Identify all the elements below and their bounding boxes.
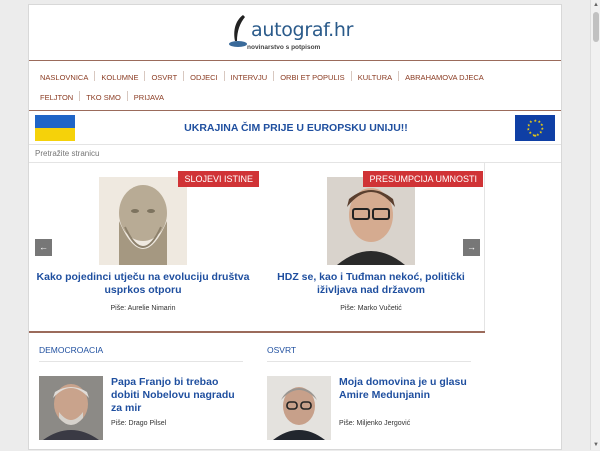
- search-bar: [29, 145, 561, 163]
- nav-item-odjeci[interactable]: Odjeci: [190, 73, 218, 82]
- site-logo[interactable]: autograf.hr novinarstvo s potpisom: [225, 11, 355, 55]
- nav-separator: [144, 70, 146, 81]
- slide-image[interactable]: [99, 177, 187, 265]
- vertical-scrollbar[interactable]: ▲ ▼: [590, 0, 600, 450]
- article-title[interactable]: Papa Franjo bi trebao dobiti Nobelovu na…: [111, 376, 247, 415]
- nav-separator: [350, 70, 352, 81]
- banner-text: UKRAJINA ČIM PRIJE U EUROPSKU UNIJU!!: [184, 122, 408, 134]
- featured-slider: SLOJEVI ISTINE Kako pojedinci utječu na …: [29, 163, 485, 333]
- nav-item-tko-smo[interactable]: Tko smo: [86, 93, 121, 102]
- nav-separator: [183, 70, 185, 81]
- nav-item-naslovnica[interactable]: Naslovnica: [40, 73, 88, 82]
- nav-item-abrahamova-djeca[interactable]: Abrahamova djeca: [405, 73, 484, 82]
- scroll-down-icon[interactable]: ▼: [592, 440, 600, 450]
- nav-separator: [79, 90, 81, 101]
- slide-author: Piše: Marko Vučetić: [340, 305, 402, 312]
- nav-separator: [398, 70, 400, 81]
- slide-title[interactable]: HDZ se, kao i Tuđman nekoć, politički iž…: [257, 271, 485, 297]
- nav-item-kolumne[interactable]: Kolumne: [101, 73, 138, 82]
- slider-next-button[interactable]: →: [463, 239, 480, 256]
- nav-item-osvrt[interactable]: Osvrt: [151, 73, 177, 82]
- slide-author: Piše: Aurelie Nimarin: [110, 305, 176, 312]
- nav-item-kultura[interactable]: Kultura: [358, 73, 392, 82]
- nav-item-prijava[interactable]: Prijava: [134, 93, 164, 102]
- article-author: Piše: Drago Pilsel: [111, 420, 167, 427]
- nav-item-feljton[interactable]: Feljton: [40, 93, 73, 102]
- article-title[interactable]: Moja domovina je u glasu Amire Medunjani…: [339, 376, 475, 402]
- section-heading[interactable]: OSVRT: [267, 345, 471, 362]
- article-author: Piše: Miljenko Jergović: [339, 420, 411, 427]
- nav-separator: [94, 70, 96, 81]
- slide-image[interactable]: [327, 177, 415, 265]
- scroll-up-icon[interactable]: ▲: [592, 0, 600, 10]
- article-card[interactable]: Papa Franjo bi trebao dobiti Nobelovu na…: [39, 376, 257, 446]
- eu-flag-icon: ★ ★ ★ ★ ★ ★ ★ ★ ★ ★ ★ ★: [515, 115, 555, 141]
- svg-text:★: ★: [534, 133, 538, 138]
- scroll-thumb[interactable]: [593, 12, 599, 42]
- svg-text:★: ★: [529, 119, 533, 124]
- search-input[interactable]: [35, 147, 555, 160]
- svg-text:★: ★: [539, 130, 543, 135]
- author-photo[interactable]: [39, 376, 103, 440]
- slide-item[interactable]: SLOJEVI ISTINE Kako pojedinci utječu na …: [29, 171, 259, 312]
- nav-separator: [223, 70, 225, 81]
- slide-category-badge[interactable]: SLOJEVI ISTINE: [178, 171, 259, 187]
- page: autograf.hr novinarstvo s potpisom Naslo…: [28, 4, 562, 450]
- slide-category-badge[interactable]: PRESUMPCIJA UMNOSTI: [363, 171, 483, 187]
- section-column: OSVRT Moja domovina je u glasu Amire Med…: [257, 337, 485, 451]
- logo-text: autograf.hr: [251, 19, 354, 41]
- section-column: DEMOCROACIA Papa Franjo bi trebao dobiti…: [29, 337, 257, 451]
- ukraine-eu-banner[interactable]: UKRAJINA ČIM PRIJE U EUROPSKU UNIJU!! ★ ★…: [29, 111, 561, 145]
- logo-tagline: novinarstvo s potpisom: [247, 44, 321, 51]
- section-divider: [29, 331, 485, 333]
- site-header: autograf.hr novinarstvo s potpisom: [29, 5, 561, 61]
- nav-separator: [273, 70, 275, 81]
- author-photo[interactable]: [267, 376, 331, 440]
- article-card[interactable]: Moja domovina je u glasu Amire Medunjani…: [267, 376, 485, 446]
- slider-prev-button[interactable]: ←: [35, 239, 52, 256]
- nav-separator: [126, 90, 128, 101]
- slide-item[interactable]: PRESUMPCIJA UMNOSTI HDZ se, kao i Tuđman…: [257, 171, 485, 312]
- slide-title[interactable]: Kako pojedinci utječu na evoluciju društ…: [29, 271, 257, 297]
- main-navigation: Naslovnica Kolumne Osvrt Odjeci Intervju Orbi…: [29, 61, 561, 111]
- nav-item-orbi-et-populis[interactable]: Orbi et populis: [280, 73, 344, 82]
- nav-item-intervju[interactable]: Intervju: [231, 73, 268, 82]
- section-heading[interactable]: DEMOCROACIA: [39, 345, 243, 362]
